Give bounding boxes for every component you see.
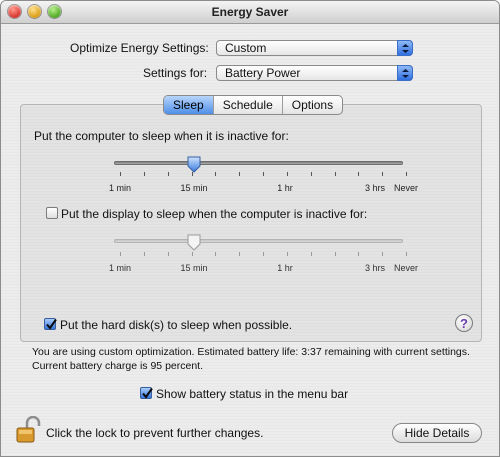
slider-tick	[215, 252, 217, 256]
slider-tick	[334, 172, 336, 176]
slider-tick	[358, 172, 360, 176]
optimize-popup[interactable]: Custom	[216, 40, 413, 56]
slider-tick	[382, 252, 384, 256]
lock-label: Click the lock to prevent further change…	[46, 426, 264, 440]
tab-sleep[interactable]: Sleep	[164, 96, 213, 114]
settings-for-popup[interactable]: Battery Power	[216, 65, 413, 81]
optimize-popup-value: Custom	[225, 41, 267, 55]
display-sleep-slider-track[interactable]	[114, 239, 403, 243]
slider-tick	[310, 172, 312, 176]
tick-label-3hrs: 3 hrs	[364, 263, 386, 273]
slider-tick	[286, 172, 288, 176]
popup-arrows-icon	[397, 40, 413, 56]
checkmark-icon	[46, 318, 57, 330]
hide-details-button[interactable]: Hide Details	[392, 423, 482, 443]
energy-saver-window: Energy Saver Optimize Energy Settings: C…	[0, 0, 500, 457]
slider-tick	[191, 172, 193, 176]
display-sleep-checkbox[interactable]	[46, 207, 58, 219]
slider-tick	[167, 172, 169, 176]
tick-label-never: Never	[393, 263, 419, 273]
computer-sleep-slider-knob[interactable]	[187, 156, 201, 178]
slider-tick	[310, 252, 312, 256]
settings-for-label: Settings for:	[143, 66, 208, 80]
slider-tick	[239, 172, 241, 176]
slider-tick	[263, 252, 264, 256]
tab-options[interactable]: Options	[281, 96, 342, 114]
slider-tick	[406, 252, 407, 256]
optimize-label: Optimize Energy Settings:	[70, 41, 209, 55]
display-sleep-slider-knob[interactable]	[187, 234, 201, 256]
slider-tick	[215, 172, 217, 176]
slider-tick	[143, 252, 145, 256]
slider-tick	[167, 252, 169, 256]
tick-label-never: Never	[393, 183, 419, 193]
slider-tick	[263, 172, 264, 176]
checkmark-icon	[142, 387, 153, 399]
slider-tick	[120, 252, 121, 256]
battery-estimate-text: You are using custom optimization. Estim…	[32, 346, 470, 358]
tick-label-1hr: 1 hr	[277, 183, 293, 193]
harddisk-sleep-label: Put the hard disk(s) to sleep when possi…	[60, 318, 293, 332]
popup-arrows-icon	[397, 65, 413, 81]
tab-bar: Sleep Schedule Options	[163, 95, 344, 115]
lock-open-icon[interactable]	[15, 415, 41, 449]
tick-label-15min: 15 min	[180, 183, 208, 193]
slider-tick	[191, 252, 193, 256]
battery-charge-text: Current battery charge is 95 percent.	[32, 360, 204, 372]
slider-tick	[358, 252, 360, 256]
tick-label-1min: 1 min	[108, 183, 132, 193]
slider-tick	[120, 172, 121, 176]
slider-tick	[143, 172, 145, 176]
tick-label-1hr: 1 hr	[277, 263, 293, 273]
show-battery-status-label: Show battery status in the menu bar	[156, 387, 349, 401]
computer-sleep-label: Put the computer to sleep when it is ina…	[34, 129, 289, 143]
slider-tick	[406, 172, 407, 176]
display-sleep-label: Put the display to sleep when the comput…	[61, 207, 368, 221]
help-button[interactable]: ?	[455, 314, 473, 332]
slider-tick	[382, 172, 384, 176]
tick-label-1min: 1 min	[108, 263, 132, 273]
tick-label-15min: 15 min	[180, 263, 208, 273]
slider-tick	[334, 252, 336, 256]
slider-tick	[239, 252, 241, 256]
tick-label-3hrs: 3 hrs	[364, 183, 386, 193]
show-battery-status-checkbox[interactable]	[140, 387, 153, 399]
title-bar: Energy Saver	[1, 1, 499, 24]
window-title: Energy Saver	[211, 5, 289, 19]
computer-sleep-slider-track[interactable]	[114, 161, 403, 165]
slider-tick	[286, 252, 288, 256]
harddisk-sleep-checkbox[interactable]	[44, 318, 57, 330]
tab-schedule[interactable]: Schedule	[212, 96, 282, 114]
settings-for-popup-value: Battery Power	[225, 66, 301, 80]
